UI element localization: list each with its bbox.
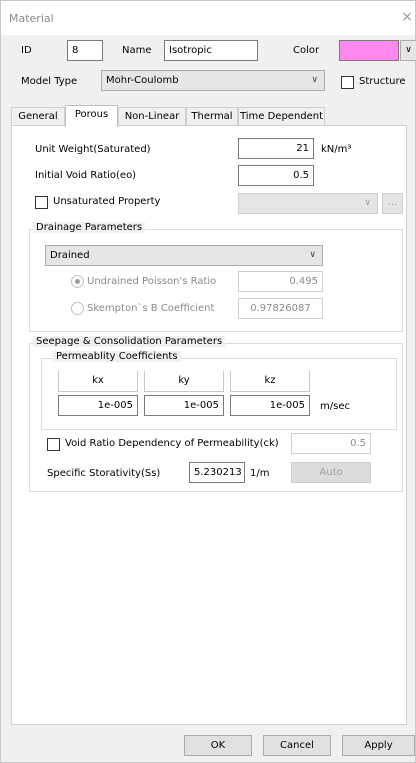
skempton-label: Skempton`s B Coefficient (87, 303, 215, 314)
unit-weight-field[interactable]: 21 (238, 138, 314, 159)
skempton-field[interactable]: 0.97826087 (238, 298, 323, 319)
unsaturated-checkbox[interactable] (35, 196, 48, 209)
ky-header: ky (144, 371, 224, 392)
tab-time-dependent-label: Time Dependent (239, 111, 324, 122)
permeability-group (41, 358, 397, 430)
tab-porous[interactable]: Porous (65, 105, 118, 127)
storativity-label: Specific Storativity(Ss) (47, 468, 161, 479)
storativity-field[interactable]: 5.230213 (189, 462, 245, 483)
model-type-select[interactable]: Mohr-Coulomb ∨ (101, 70, 325, 91)
undrained-poisson-radio[interactable] (71, 275, 84, 288)
tab-thermal[interactable]: Thermal (186, 107, 238, 126)
storativity-unit: 1/m (250, 468, 270, 479)
name-field[interactable]: Isotropic (164, 40, 258, 61)
unsaturated-browse-button[interactable]: ... (382, 193, 403, 214)
cancel-button[interactable]: Cancel (263, 735, 331, 756)
id-field[interactable]: 8 (67, 40, 103, 61)
kz-field[interactable]: 1e-005 (230, 395, 310, 416)
skempton-radio[interactable] (71, 302, 84, 315)
void-ratio-dependency-checkbox[interactable] (47, 438, 60, 451)
auto-button[interactable]: Auto (291, 462, 371, 483)
structure-checkbox[interactable] (341, 76, 354, 89)
permeability-group-title: Permeablity Coefficients (53, 351, 181, 362)
tab-time-dependent[interactable]: Time Dependent (238, 107, 325, 126)
model-type-value: Mohr-Coulomb (106, 75, 179, 86)
tab-general[interactable]: General (11, 107, 65, 126)
void-ratio-label: Initial Void Ratio(eo) (35, 170, 137, 181)
undrained-poisson-label: Undrained Poisson's Ratio (87, 276, 217, 287)
title-bar: Material × (1, 1, 415, 35)
window-title: Material (9, 12, 54, 25)
void-ratio-dependency-label: Void Ratio Dependency of Permeability(ck… (65, 438, 279, 449)
kz-header: kz (230, 371, 310, 392)
name-label: Name (122, 45, 152, 56)
tab-thermal-label: Thermal (191, 111, 233, 122)
color-swatch[interactable] (339, 40, 399, 61)
chevron-down-icon: ∨ (405, 45, 412, 55)
structure-label: Structure (359, 76, 406, 87)
drainage-group-title: Drainage Parameters (33, 222, 146, 233)
tab-general-label: General (18, 111, 58, 122)
unsaturated-label: Unsaturated Property (53, 196, 161, 207)
drainage-type-value: Drained (50, 250, 90, 261)
permeability-unit: m/sec (320, 401, 350, 412)
unit-weight-label: Unit Weight(Saturated) (35, 144, 151, 155)
apply-button[interactable]: Apply (342, 735, 415, 756)
unit-weight-unit: kN/m³ (321, 144, 352, 155)
kx-field[interactable]: 1e-005 (58, 395, 138, 416)
chevron-down-icon: ∨ (311, 75, 318, 85)
undrained-poisson-field[interactable]: 0.495 (238, 271, 323, 292)
ok-button[interactable]: OK (184, 735, 252, 756)
void-ratio-field[interactable]: 0.5 (238, 165, 314, 186)
color-dropdown-button[interactable]: ∨ (400, 40, 416, 61)
chevron-down-icon: ∨ (309, 250, 316, 260)
model-type-label: Model Type (21, 76, 78, 87)
seepage-group-title: Seepage & Consolidation Parameters (33, 336, 226, 347)
color-label: Color (293, 45, 320, 56)
ky-field[interactable]: 1e-005 (144, 395, 224, 416)
chevron-down-icon: ∨ (364, 198, 371, 208)
unsaturated-property-select[interactable]: ∨ (238, 193, 378, 214)
drainage-type-select[interactable]: Drained ∨ (45, 245, 323, 266)
tab-non-linear-label: Non-Linear (124, 111, 180, 122)
material-dialog: Material × ID 8 Name Isotropic Color ∨ M… (0, 0, 416, 763)
kx-header: kx (58, 371, 138, 392)
tab-porous-label: Porous (74, 109, 109, 120)
id-label: ID (21, 45, 32, 56)
void-ratio-dependency-field[interactable]: 0.5 (291, 433, 371, 454)
close-icon[interactable]: × (401, 9, 413, 25)
tab-non-linear[interactable]: Non-Linear (118, 107, 186, 126)
